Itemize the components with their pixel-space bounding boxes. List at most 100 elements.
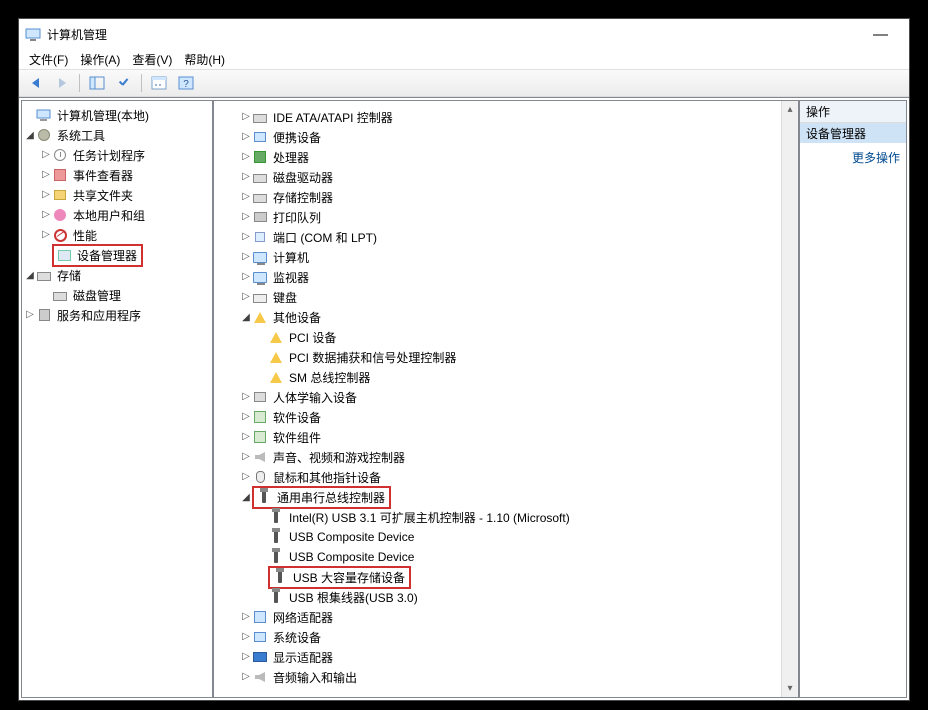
menu-view[interactable]: 查看(V): [126, 49, 178, 70]
twisty-icon[interactable]: ▷: [40, 230, 52, 240]
twisty-icon[interactable]: ▷: [240, 152, 252, 162]
twisty-icon[interactable]: ▷: [40, 150, 52, 160]
vertical-scrollbar[interactable]: ▴ ▾: [781, 101, 798, 697]
twisty-icon[interactable]: ▷: [240, 392, 252, 402]
cat-sound[interactable]: ▷ 声音、视频和游戏控制器: [240, 447, 798, 467]
nav-forward-button[interactable]: [50, 72, 74, 94]
node-root[interactable]: 计算机管理(本地): [24, 105, 212, 125]
node-performance[interactable]: ▷ 性能: [40, 225, 212, 245]
twisty-icon[interactable]: ▷: [240, 252, 252, 262]
more-actions-link[interactable]: 更多操作: [800, 143, 906, 172]
cat-portable[interactable]: ▷ 便携设备: [240, 127, 798, 147]
twisty-icon[interactable]: ▷: [240, 132, 252, 142]
cat-network-adapters[interactable]: ▷ 网络适配器: [240, 607, 798, 627]
scroll-down-button[interactable]: ▾: [783, 680, 798, 697]
twisty-icon: [40, 290, 52, 300]
cat-monitors[interactable]: ▷ 监视器: [240, 267, 798, 287]
minimize-button[interactable]: —: [858, 20, 903, 48]
port-icon: [252, 229, 268, 245]
show-hide-tree-button[interactable]: [85, 72, 109, 94]
twisty-icon[interactable]: ◢: [240, 313, 252, 323]
cat-ide[interactable]: ▷ IDE ATA/ATAPI 控制器: [240, 107, 798, 127]
twisty-icon[interactable]: ▷: [240, 652, 252, 662]
twisty-icon[interactable]: ▷: [240, 212, 252, 222]
dev-usb-composite-2[interactable]: USB Composite Device: [256, 547, 798, 567]
dev-usb-composite-1[interactable]: USB Composite Device: [256, 527, 798, 547]
cat-keyboards[interactable]: ▷ 键盘: [240, 287, 798, 307]
shared-folder-icon: [52, 187, 68, 203]
twisty-icon[interactable]: ▷: [240, 672, 252, 682]
dev-usb-intel[interactable]: Intel(R) USB 3.1 可扩展主机控制器 - 1.10 (Micros…: [256, 507, 798, 527]
twisty-icon[interactable]: ▷: [240, 192, 252, 202]
node-event-viewer[interactable]: ▷ 事件查看器: [40, 165, 212, 185]
dev-usb-root-hub[interactable]: USB 根集线器(USB 3.0): [256, 587, 798, 607]
scroll-up-button[interactable]: ▴: [783, 101, 798, 118]
keyboard-icon: [252, 289, 268, 305]
twisty-icon[interactable]: ◢: [240, 493, 252, 503]
cat-ports[interactable]: ▷ 端口 (COM 和 LPT): [240, 227, 798, 247]
menu-help[interactable]: 帮助(H): [178, 49, 231, 70]
cat-disk-drives[interactable]: ▷ 磁盘驱动器: [240, 167, 798, 187]
twisty-icon[interactable]: ▷: [40, 210, 52, 220]
twisty-icon[interactable]: ▷: [40, 190, 52, 200]
twisty-icon[interactable]: ▷: [240, 232, 252, 242]
twisty-icon[interactable]: ▷: [24, 310, 36, 320]
twisty-icon[interactable]: ▷: [240, 612, 252, 622]
node-local-users[interactable]: ▷ 本地用户和组: [40, 205, 212, 225]
node-shared-folders[interactable]: ▷ 共享文件夹: [40, 185, 212, 205]
cat-computer[interactable]: ▷ 计算机: [240, 247, 798, 267]
twisty-icon[interactable]: [24, 110, 36, 120]
node-system-tools[interactable]: ◢ 系统工具: [24, 125, 212, 145]
node-services-apps[interactable]: ▷ 服务和应用程序: [24, 305, 212, 325]
twisty-icon[interactable]: ▷: [40, 170, 52, 180]
node-task-scheduler[interactable]: ▷ 任务计划程序: [40, 145, 212, 165]
node-device-manager[interactable]: 设备管理器: [40, 245, 212, 265]
cat-mice[interactable]: ▷ 鼠标和其他指针设备: [240, 467, 798, 487]
twisty-icon[interactable]: ▷: [240, 432, 252, 442]
disk-mgmt-icon: [52, 287, 68, 303]
twisty-icon[interactable]: ▷: [240, 472, 252, 482]
cat-software-devices[interactable]: ▷ 软件设备: [240, 407, 798, 427]
twisty-icon[interactable]: ▷: [240, 272, 252, 282]
cat-audio-io[interactable]: ▷ 音频输入和输出: [240, 667, 798, 687]
cat-hid[interactable]: ▷ 人体学输入设备: [240, 387, 798, 407]
menubar: 文件(F) 操作(A) 查看(V) 帮助(H): [19, 49, 909, 69]
dev-pci-capture[interactable]: PCI 数据捕获和信号处理控制器: [256, 347, 798, 367]
twisty-icon[interactable]: ▷: [240, 172, 252, 182]
scope-tree[interactable]: 计算机管理(本地) ◢ 系统工具 ▷ 任务计划程序 ▷ 事件查看器: [22, 101, 212, 697]
cat-processors[interactable]: ▷ 处理器: [240, 147, 798, 167]
device-tree[interactable]: ▷ IDE ATA/ATAPI 控制器 ▷ 便携设备 ▷ 处理器 ▷: [214, 101, 798, 697]
cat-storage-controllers[interactable]: ▷ 存储控制器: [240, 187, 798, 207]
cpu-icon: [252, 149, 268, 165]
dev-pci[interactable]: PCI 设备: [256, 327, 798, 347]
twisty-icon[interactable]: ▷: [240, 112, 252, 122]
help-button[interactable]: ?: [174, 72, 198, 94]
twisty-icon[interactable]: ▷: [240, 412, 252, 422]
services-icon: [36, 307, 52, 323]
cat-print-queues[interactable]: ▷ 打印队列: [240, 207, 798, 227]
actions-context[interactable]: 设备管理器: [800, 123, 906, 143]
network-icon: [252, 609, 268, 625]
twisty-icon[interactable]: ▷: [240, 452, 252, 462]
twisty-icon[interactable]: ▷: [240, 292, 252, 302]
dev-sm-bus[interactable]: SM 总线控制器: [256, 367, 798, 387]
dev-usb-mass-storage[interactable]: USB 大容量存储设备: [256, 567, 798, 587]
cat-system-devices[interactable]: ▷ 系统设备: [240, 627, 798, 647]
nav-back-button[interactable]: [23, 72, 47, 94]
warning-icon: [268, 329, 284, 345]
properties-button[interactable]: [147, 72, 171, 94]
help-icon: ?: [178, 76, 194, 90]
highlight-box: 设备管理器: [52, 244, 143, 267]
menu-action[interactable]: 操作(A): [74, 49, 126, 70]
twisty-icon[interactable]: ◢: [24, 271, 36, 281]
view-options-button[interactable]: [112, 72, 136, 94]
node-storage[interactable]: ◢ 存储: [24, 265, 212, 285]
node-disk-management[interactable]: 磁盘管理: [40, 285, 212, 305]
cat-software-components[interactable]: ▷ 软件组件: [240, 427, 798, 447]
cat-other-devices[interactable]: ◢ 其他设备: [240, 307, 798, 327]
cat-usb-controllers[interactable]: ◢ 通用串行总线控制器: [240, 487, 798, 507]
cat-display-adapters[interactable]: ▷ 显示适配器: [240, 647, 798, 667]
twisty-icon[interactable]: ◢: [24, 131, 36, 141]
menu-file[interactable]: 文件(F): [23, 49, 74, 70]
twisty-icon[interactable]: ▷: [240, 632, 252, 642]
